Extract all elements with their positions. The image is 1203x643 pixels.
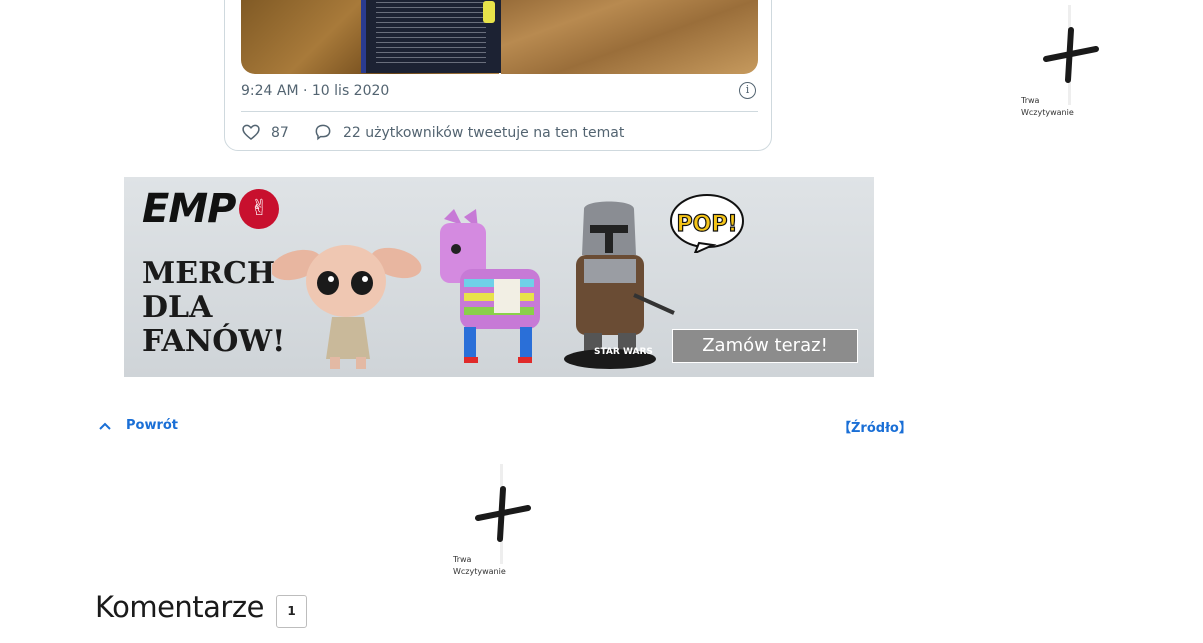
emp-logo: EMP ✌ — [142, 186, 280, 232]
headline-line: FANÓW! — [142, 324, 286, 359]
tweet-photo-1[interactable] — [241, 0, 504, 74]
llama-figure-image — [440, 209, 540, 363]
emp-logo-text: EMP — [142, 186, 236, 232]
loading-spinner-icon — [475, 486, 531, 542]
dobby-figure-image — [272, 245, 422, 369]
loading-widget: Trwa Wczytywanie — [453, 464, 533, 584]
loading-spinner-icon — [1043, 27, 1099, 83]
tweet-timestamp[interactable]: 9:24 AM · 10 lis 2020 — [241, 83, 389, 99]
comments-heading: Komentarze — [95, 590, 264, 624]
like-count[interactable]: 87 — [271, 125, 289, 141]
pop-logo: POP! — [670, 194, 744, 253]
headline-line: MERCH — [142, 256, 276, 291]
source-link[interactable]: 【Źródło】 — [838, 417, 912, 436]
chevron-up-icon — [99, 422, 111, 430]
order-now-button[interactable]: Zamów teraz! — [672, 329, 858, 363]
tweet-divider — [241, 111, 758, 112]
info-icon[interactable]: i — [739, 82, 756, 99]
tweet-photo-2[interactable] — [501, 0, 758, 74]
reply-count-link[interactable]: 22 użytkowników tweetuje na ten temat — [343, 125, 624, 141]
loading-widget: Trwa Wczytywanie — [1021, 5, 1101, 125]
banner-headline: MERCH DLA FANÓW! — [142, 257, 285, 359]
rock-hand-icon: ✌ — [239, 189, 280, 229]
back-link-label: Powrót — [126, 418, 179, 433]
back-link[interactable]: Powrót — [98, 418, 178, 433]
loading-label: Trwa — [453, 555, 472, 564]
reply-icon[interactable] — [313, 122, 333, 142]
headline-line: DLA — [142, 290, 213, 325]
emp-banner-ad[interactable]: EMP ✌ MERCH DLA FANÓW! STAR WARS POP! Za… — [124, 177, 874, 377]
comments-count-badge: 1 — [276, 595, 307, 628]
heart-icon[interactable] — [241, 122, 261, 142]
tweet-media[interactable] — [241, 0, 758, 74]
loading-label: Wczytywanie — [453, 567, 506, 576]
sticker-image — [483, 1, 495, 23]
tweet-embed[interactable]: 9:24 AM · 10 lis 2020 i 87 22 użytkownik… — [224, 0, 772, 151]
pop-logo-text: POP! — [677, 212, 738, 237]
loading-label: Wczytywanie — [1021, 108, 1074, 117]
loading-label: Trwa — [1021, 96, 1040, 105]
star-wars-label: STAR WARS — [594, 347, 653, 357]
